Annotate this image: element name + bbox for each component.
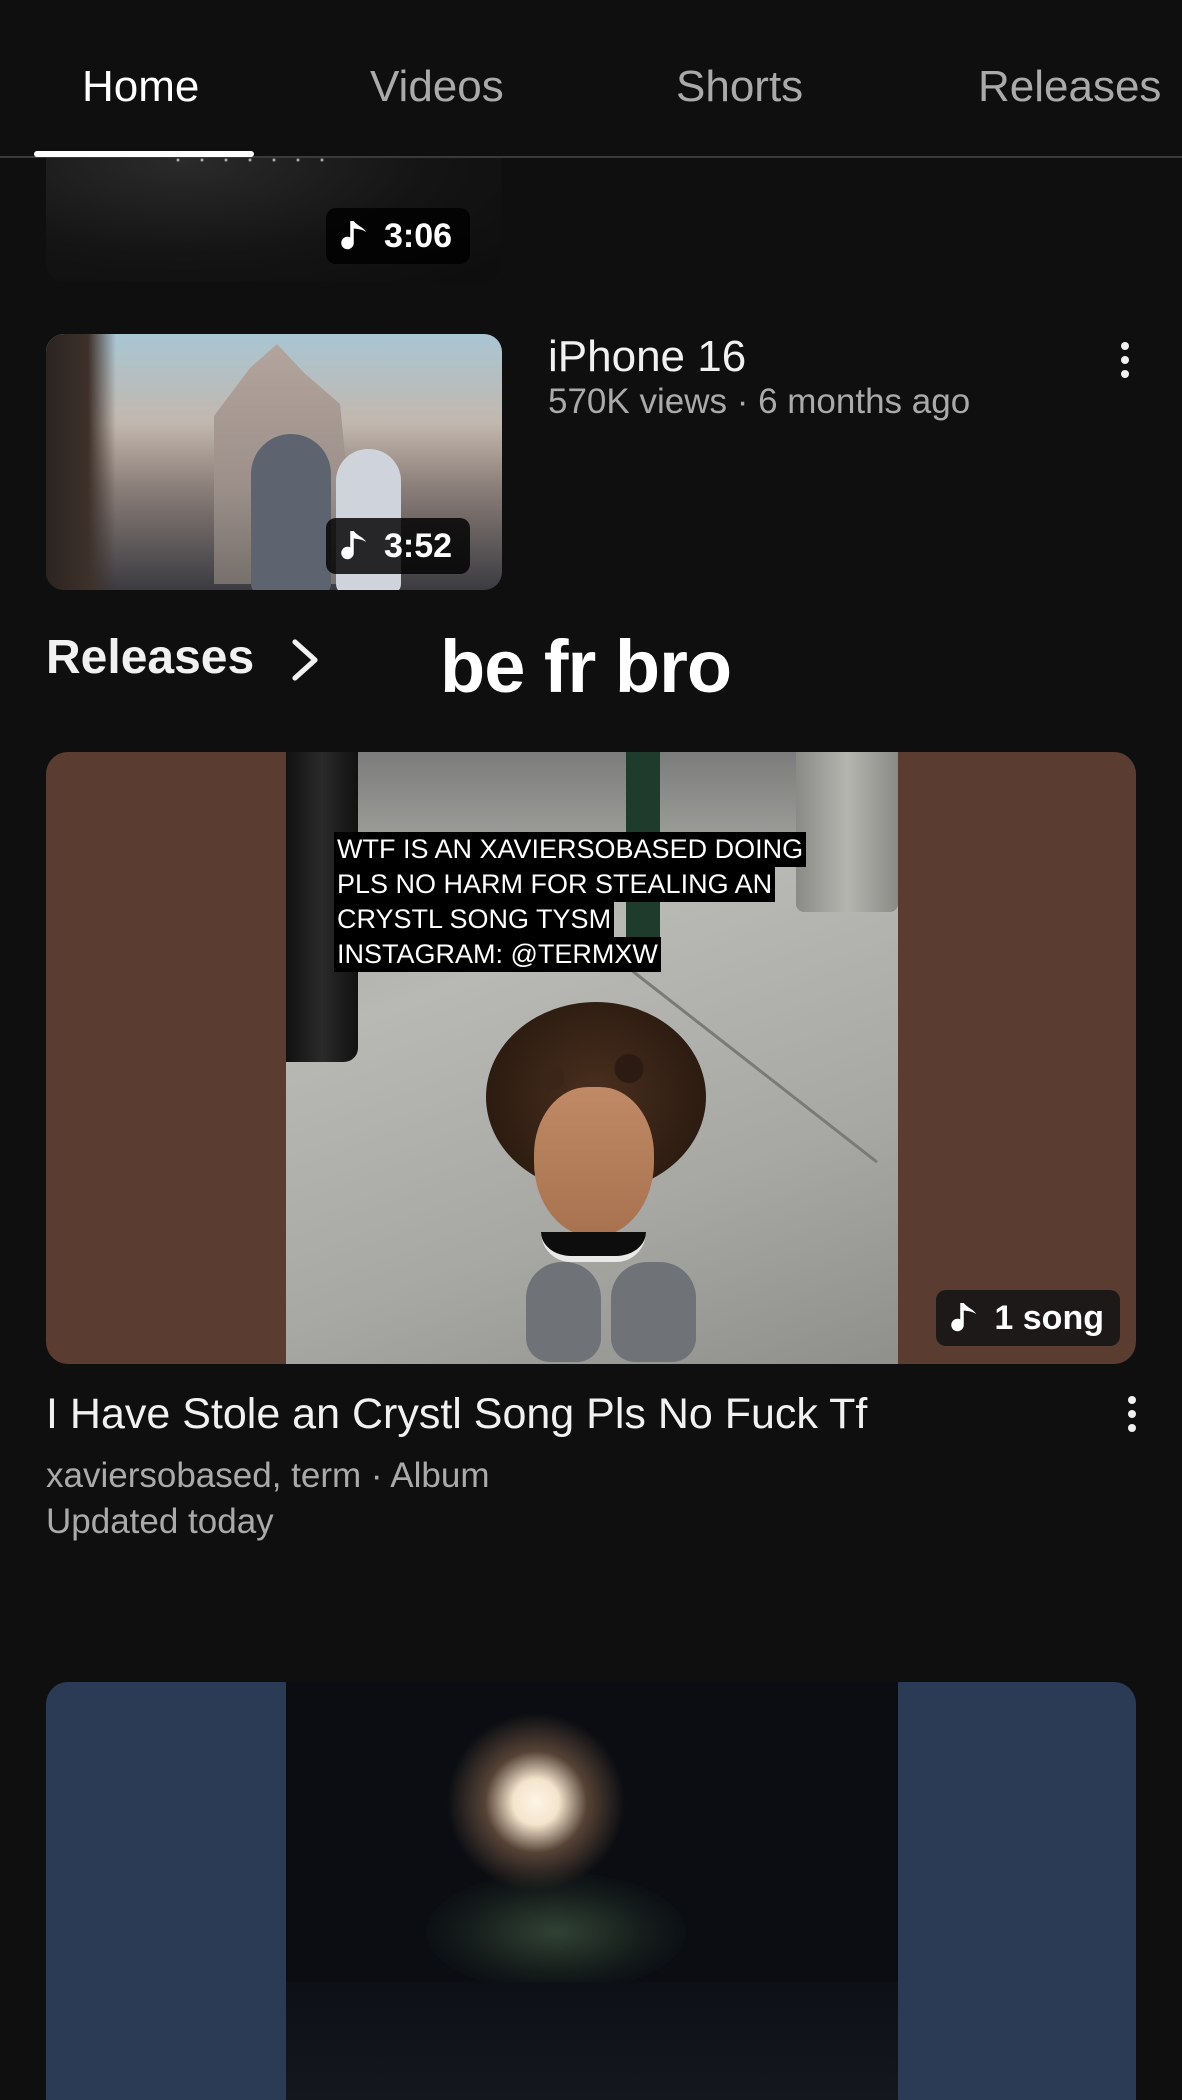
art-scene [526, 1262, 601, 1362]
album-art [286, 1682, 898, 2100]
tab-videos[interactable]: Videos [370, 62, 504, 112]
art-caption-line: PLS NO HARM FOR STEALING AN [334, 867, 776, 902]
meme-caption: be fr bro [440, 625, 732, 708]
music-note-icon [341, 221, 367, 250]
tab-shorts[interactable]: Shorts [676, 62, 803, 112]
music-note-icon [341, 531, 367, 560]
release-updated: Updated today [46, 1502, 274, 1541]
channel-tab-bar: Home Videos Shorts Releases [0, 0, 1182, 158]
art-caption-line: WTF IS AN XAVIERSOBASED DOING [334, 832, 807, 867]
release-meta: xaviersobased, term · Album [46, 1456, 490, 1495]
chevron-right-icon[interactable] [285, 636, 325, 684]
tab-home[interactable]: Home [82, 62, 199, 112]
more-vert-icon[interactable] [1105, 330, 1145, 390]
active-tab-indicator [34, 151, 254, 157]
song-count-badge: 1 song [936, 1290, 1120, 1346]
art-scene [446, 1712, 626, 1892]
duration-text: 3:06 [384, 216, 453, 255]
album-art: WTF IS AN XAVIERSOBASED DOING PLS NO HAR… [286, 752, 898, 1364]
video-title[interactable]: iPhone 16 [548, 332, 746, 382]
thumbnail-scene [46, 334, 116, 590]
more-vert-icon[interactable] [1112, 1384, 1152, 1444]
video-meta: 570K views · 6 months ago [548, 382, 971, 421]
music-note-icon [951, 1303, 977, 1332]
previous-video-duration-badge: 3:06 [326, 208, 471, 264]
duration-text: 3:52 [384, 526, 453, 565]
channel-page: Home Videos Shorts Releases 3:06 3:52 iP… [0, 0, 1182, 2100]
art-scene [541, 1232, 646, 1262]
thumbnail-scene-person [251, 434, 331, 590]
tab-releases[interactable]: Releases [978, 62, 1161, 112]
release-thumbnail[interactable] [46, 1682, 1136, 2100]
art-scene [611, 1262, 696, 1362]
art-scene [534, 1087, 654, 1237]
song-count-text: 1 song [994, 1298, 1104, 1337]
art-scene [286, 1982, 898, 2100]
art-caption-line: INSTAGRAM: @TERMXW [334, 937, 661, 972]
release-title[interactable]: I Have Stole an Crystl Song Pls No Fuck … [46, 1390, 867, 1439]
album-art-caption: WTF IS AN XAVIERSOBASED DOING PLS NO HAR… [334, 832, 807, 972]
art-caption-line: CRYSTL SONG TYSM [334, 902, 615, 937]
section-title-releases[interactable]: Releases [46, 630, 254, 685]
video-duration-badge: 3:52 [326, 518, 471, 574]
art-scene [426, 1872, 686, 1992]
art-scene [796, 752, 898, 912]
release-thumbnail[interactable]: WTF IS AN XAVIERSOBASED DOING PLS NO HAR… [46, 752, 1136, 1364]
